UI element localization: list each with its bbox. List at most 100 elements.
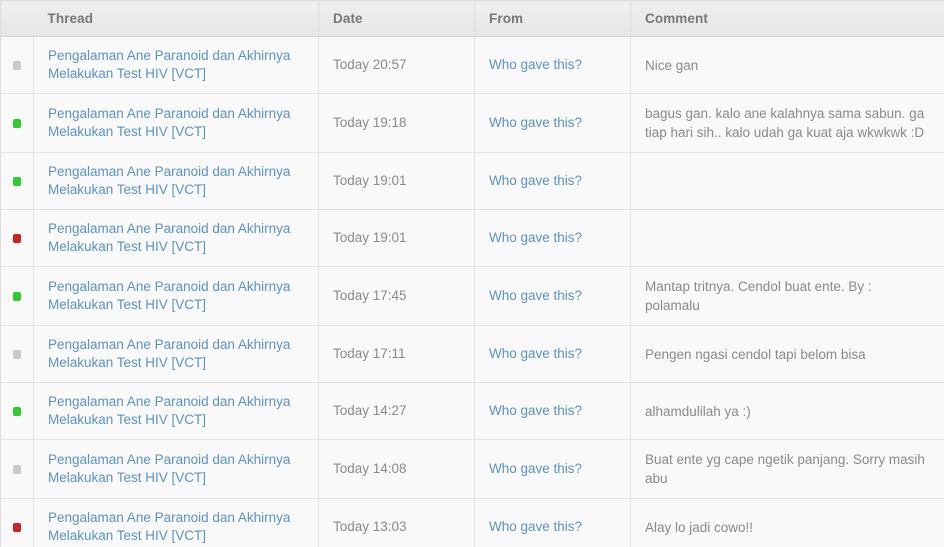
who-gave-this-link[interactable]: Who gave this? xyxy=(489,287,582,305)
thread-title-link[interactable]: Pengalaman Ane Paranoid dan Akhirnya Mel… xyxy=(48,393,298,429)
status-cell xyxy=(0,36,34,94)
thread-title-link[interactable]: Pengalaman Ane Paranoid dan Akhirnya Mel… xyxy=(48,105,298,141)
thread-cell: Pengalaman Ane Paranoid dan Akhirnya Mel… xyxy=(33,152,319,210)
date-text: Today 14:27 xyxy=(333,403,407,418)
thread-comments-table: Thread Date From Comment Pengalaman Ane … xyxy=(0,0,944,547)
status-dot-green-icon xyxy=(13,406,21,416)
thread-table-container: Thread Date From Comment Pengalaman Ane … xyxy=(0,0,944,547)
status-dot-grey-icon xyxy=(13,464,21,474)
comment-cell: Alay lo jadi cowo!! xyxy=(630,498,944,547)
column-header-from[interactable]: From xyxy=(474,0,631,37)
thread-cell: Pengalaman Ane Paranoid dan Akhirnya Mel… xyxy=(33,439,319,499)
thread-cell: Pengalaman Ane Paranoid dan Akhirnya Mel… xyxy=(33,266,319,326)
table-row[interactable]: Pengalaman Ane Paranoid dan Akhirnya Mel… xyxy=(0,498,944,547)
status-cell xyxy=(0,152,34,210)
who-gave-this-link[interactable]: Who gave this? xyxy=(489,56,582,74)
date-text: Today 19:01 xyxy=(333,230,407,245)
thread-cell: Pengalaman Ane Paranoid dan Akhirnya Mel… xyxy=(33,93,319,153)
comment-text: Alay lo jadi cowo!! xyxy=(645,519,754,535)
comment-text: bagus gan. kalo ane kalahnya sama sabun.… xyxy=(645,106,925,140)
comment-cell: Buat ente yg cape ngetik panjang. Sorry … xyxy=(630,439,944,499)
status-dot-red-icon xyxy=(13,522,21,532)
date-cell: Today 13:03 xyxy=(318,498,475,547)
thread-cell: Pengalaman Ane Paranoid dan Akhirnya Mel… xyxy=(33,325,319,383)
who-gave-this-link[interactable]: Who gave this? xyxy=(489,229,582,247)
date-cell: Today 17:11 xyxy=(318,325,475,383)
status-dot-grey-icon xyxy=(13,60,21,70)
date-cell: Today 20:57 xyxy=(318,36,475,94)
table-row[interactable]: Pengalaman Ane Paranoid dan Akhirnya Mel… xyxy=(0,382,944,440)
table-row[interactable]: Pengalaman Ane Paranoid dan Akhirnya Mel… xyxy=(0,152,944,210)
status-cell xyxy=(0,93,34,153)
thread-title-link[interactable]: Pengalaman Ane Paranoid dan Akhirnya Mel… xyxy=(48,336,298,372)
date-text: Today 20:57 xyxy=(333,57,407,72)
table-row[interactable]: Pengalaman Ane Paranoid dan Akhirnya Mel… xyxy=(0,439,944,499)
comment-text: Buat ente yg cape ngetik panjang. Sorry … xyxy=(645,452,925,486)
thread-title-link[interactable]: Pengalaman Ane Paranoid dan Akhirnya Mel… xyxy=(48,278,298,314)
who-gave-this-link[interactable]: Who gave this? xyxy=(489,460,582,478)
from-cell: Who gave this? xyxy=(474,382,631,440)
column-header-comment[interactable]: Comment xyxy=(630,0,944,37)
date-cell: Today 14:27 xyxy=(318,382,475,440)
date-cell: Today 19:01 xyxy=(318,209,475,267)
thread-title-link[interactable]: Pengalaman Ane Paranoid dan Akhirnya Mel… xyxy=(48,163,298,199)
who-gave-this-link[interactable]: Who gave this? xyxy=(489,114,582,132)
status-cell xyxy=(0,382,34,440)
comment-cell: alhamdulilah ya :) xyxy=(630,382,944,440)
table-row[interactable]: Pengalaman Ane Paranoid dan Akhirnya Mel… xyxy=(0,36,944,94)
date-cell: Today 14:08 xyxy=(318,439,475,499)
who-gave-this-link[interactable]: Who gave this? xyxy=(489,402,582,420)
status-cell xyxy=(0,209,34,267)
date-text: Today 19:18 xyxy=(333,115,407,130)
table-header-row: Thread Date From Comment xyxy=(0,0,944,37)
from-cell: Who gave this? xyxy=(474,266,631,326)
thread-title-link[interactable]: Pengalaman Ane Paranoid dan Akhirnya Mel… xyxy=(48,220,298,256)
date-cell: Today 19:18 xyxy=(318,93,475,153)
who-gave-this-link[interactable]: Who gave this? xyxy=(489,345,582,363)
comment-text: Mantap tritnya. Cendol buat ente. By : p… xyxy=(645,279,872,313)
comment-cell xyxy=(630,152,944,210)
status-dot-green-icon xyxy=(13,118,21,128)
date-text: Today 14:08 xyxy=(333,461,407,476)
table-row[interactable]: Pengalaman Ane Paranoid dan Akhirnya Mel… xyxy=(0,209,944,267)
date-text: Today 13:03 xyxy=(333,519,407,534)
date-cell: Today 17:45 xyxy=(318,266,475,326)
status-cell xyxy=(0,325,34,383)
thread-cell: Pengalaman Ane Paranoid dan Akhirnya Mel… xyxy=(33,209,319,267)
comment-text: Nice gan xyxy=(645,57,699,73)
from-cell: Who gave this? xyxy=(474,209,631,267)
table-row[interactable]: Pengalaman Ane Paranoid dan Akhirnya Mel… xyxy=(0,266,944,326)
from-cell: Who gave this? xyxy=(474,93,631,153)
who-gave-this-link[interactable]: Who gave this? xyxy=(489,172,582,190)
table-body: Pengalaman Ane Paranoid dan Akhirnya Mel… xyxy=(0,36,944,547)
comment-text: Pengen ngasi cendol tapi belom bisa xyxy=(645,346,866,362)
from-cell: Who gave this? xyxy=(474,325,631,383)
date-text: Today 17:45 xyxy=(333,288,407,303)
status-dot-grey-icon xyxy=(13,349,21,359)
status-dot-green-icon xyxy=(13,176,21,186)
from-cell: Who gave this? xyxy=(474,152,631,210)
table-row[interactable]: Pengalaman Ane Paranoid dan Akhirnya Mel… xyxy=(0,325,944,383)
thread-title-link[interactable]: Pengalaman Ane Paranoid dan Akhirnya Mel… xyxy=(48,47,298,83)
from-cell: Who gave this? xyxy=(474,36,631,94)
column-header-thread[interactable]: Thread xyxy=(33,0,319,37)
comment-cell: Pengen ngasi cendol tapi belom bisa xyxy=(630,325,944,383)
status-dot-red-icon xyxy=(13,233,21,243)
thread-title-link[interactable]: Pengalaman Ane Paranoid dan Akhirnya Mel… xyxy=(48,451,298,487)
comment-cell: Nice gan xyxy=(630,36,944,94)
date-text: Today 17:11 xyxy=(333,346,406,361)
status-dot-green-icon xyxy=(13,291,21,301)
table-row[interactable]: Pengalaman Ane Paranoid dan Akhirnya Mel… xyxy=(0,93,944,153)
column-header-date[interactable]: Date xyxy=(318,0,475,37)
status-cell xyxy=(0,498,34,547)
status-cell xyxy=(0,439,34,499)
status-cell xyxy=(0,266,34,326)
comment-cell: Mantap tritnya. Cendol buat ente. By : p… xyxy=(630,266,944,326)
date-text: Today 19:01 xyxy=(333,173,407,188)
who-gave-this-link[interactable]: Who gave this? xyxy=(489,518,582,536)
column-header-status xyxy=(0,0,34,37)
thread-title-link[interactable]: Pengalaman Ane Paranoid dan Akhirnya Mel… xyxy=(48,509,298,545)
comment-cell xyxy=(630,209,944,267)
thread-cell: Pengalaman Ane Paranoid dan Akhirnya Mel… xyxy=(33,498,319,547)
date-cell: Today 19:01 xyxy=(318,152,475,210)
